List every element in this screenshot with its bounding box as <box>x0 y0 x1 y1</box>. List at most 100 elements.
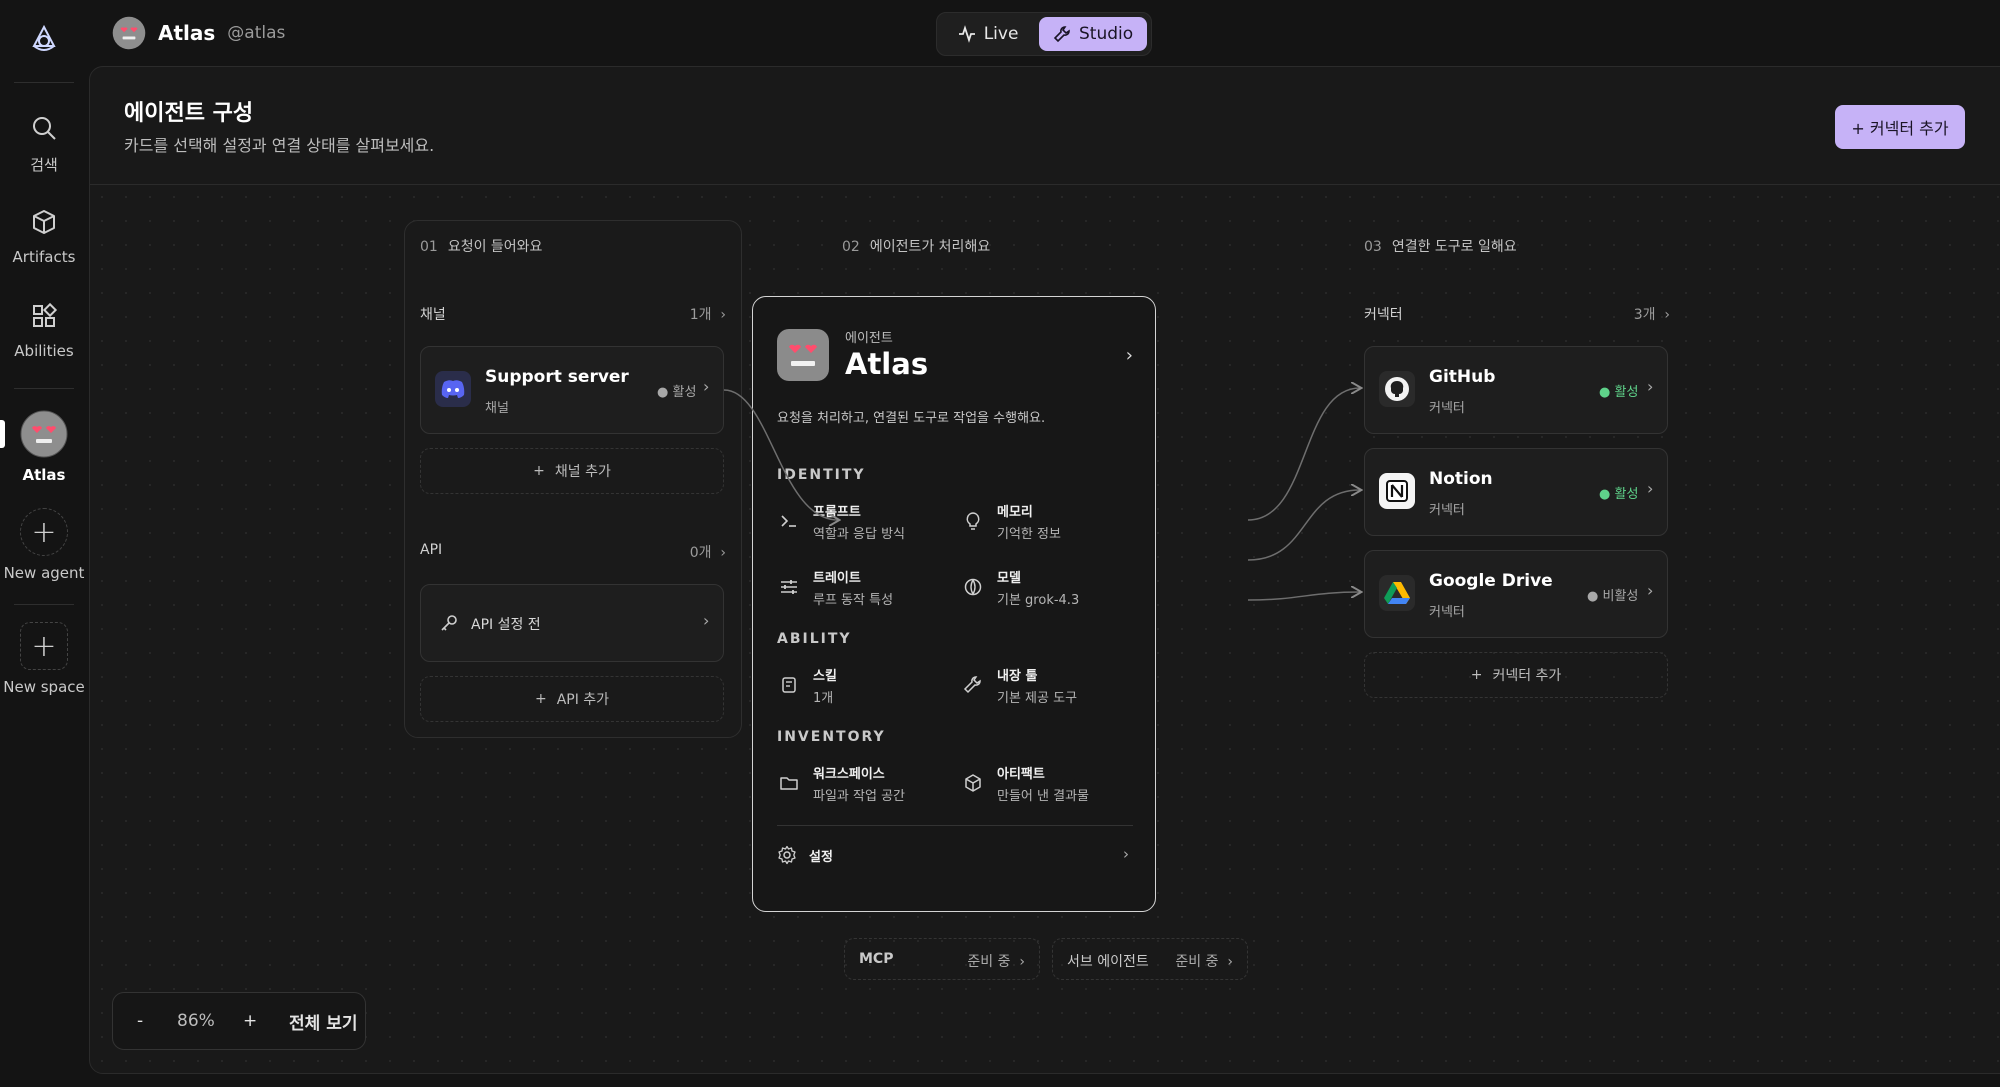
google-drive-icon <box>1379 575 1415 611</box>
channels-count: 1개 › <box>689 307 726 323</box>
agent-avatar <box>20 410 68 458</box>
wrench-icon <box>1053 26 1070 43</box>
connector-title: GitHub <box>1429 367 1496 387</box>
builtin-tools-cell[interactable]: 내장 툴 기본 제공 도구 <box>961 665 1141 709</box>
channel-card-support-server[interactable]: Support server 채널 ● 활성 › <box>420 346 724 434</box>
chevron-right-icon: › <box>703 611 710 630</box>
zoom-controls: - 86% + 전체 보기 <box>112 992 366 1050</box>
traits-cell[interactable]: 트레이트 루프 동작 특성 <box>777 567 957 611</box>
connector-title: Notion <box>1429 469 1493 489</box>
rail-new-agent-label: New agent <box>3 564 85 582</box>
plus-icon: + <box>533 463 545 479</box>
zoom-level: 86% <box>177 1011 215 1031</box>
rail-divider <box>14 388 74 389</box>
channels-header[interactable]: 채널 1개 › <box>420 304 726 324</box>
api-header[interactable]: API 0개 › <box>420 542 726 562</box>
sliders-icon <box>777 575 801 599</box>
step-3-label: 03 연결한 도구로 일해요 <box>1364 239 1517 255</box>
logo-icon <box>26 22 62 58</box>
fit-view-button[interactable]: 전체 보기 <box>289 1009 357 1034</box>
rail-artifacts[interactable]: Artifacts <box>0 204 88 266</box>
mcp-row[interactable]: MCP 준비 중 › <box>844 938 1040 980</box>
terminal-icon <box>777 509 801 533</box>
model-cell[interactable]: 모델 기본 grok-4.3 <box>961 567 1141 611</box>
rail-artifacts-label: Artifacts <box>12 248 76 266</box>
channel-title: Support server <box>485 367 629 387</box>
sub-agent-row[interactable]: 서브 에이전트 준비 중 › <box>1052 938 1248 980</box>
mcp-label: MCP <box>859 951 894 967</box>
connector-card-google-drive[interactable]: Google Drive 커넥터 ● 비활성 › <box>1364 550 1668 638</box>
rail-search[interactable]: 검색 <box>0 110 88 175</box>
connector-status: ● 비활성 <box>1587 589 1639 604</box>
agent-card[interactable]: 에이전트 Atlas › 요청을 처리하고, 연결된 도구로 작업을 수행해요.… <box>752 296 1156 912</box>
identity-section-label: IDENTITY <box>777 467 866 483</box>
agent-handle: @atlas <box>227 23 286 43</box>
add-connector-inline-button[interactable]: + 커넥터 추가 <box>1364 652 1668 698</box>
plus-icon: + <box>1470 667 1483 683</box>
github-icon <box>1379 371 1415 407</box>
memory-cell[interactable]: 메모리 기억한 정보 <box>961 501 1141 545</box>
studio-tab[interactable]: Studio <box>1039 17 1147 51</box>
lightbulb-icon <box>961 509 985 533</box>
top-bar: Atlas @atlas Live Studio <box>88 0 2000 66</box>
zoom-in-button[interactable]: + <box>243 1011 257 1031</box>
panel-header: 에이전트 구성 카드를 선택해 설정과 연결 상태를 살펴보세요. + 커넥터 … <box>90 67 2000 185</box>
agent-kicker: 에이전트 <box>845 331 893 346</box>
cube-icon <box>961 771 985 795</box>
workspace-cell[interactable]: 워크스페이스 파일과 작업 공간 <box>777 763 957 807</box>
channel-status: ● 활성 <box>657 385 697 400</box>
studio-label: Studio <box>1078 24 1134 44</box>
channel-type: 채널 <box>485 401 509 416</box>
chevron-right-icon: › <box>1647 581 1654 600</box>
connector-type: 커넥터 <box>1429 401 1465 416</box>
connector-status: ● 활성 <box>1599 487 1639 502</box>
agent-avatar-icon <box>112 16 146 50</box>
chevron-right-icon: › <box>1123 845 1129 863</box>
zoom-out-button[interactable]: - <box>137 1011 143 1031</box>
agent-name: Atlas <box>158 21 216 45</box>
skill-cell[interactable]: 스킬 1개 <box>777 665 957 709</box>
api-count: 0개 › <box>689 545 726 561</box>
add-api-button[interactable]: + API 추가 <box>420 676 724 722</box>
artifact-cell[interactable]: 아티팩트 만들어 낸 결과물 <box>961 763 1141 807</box>
agent-identity[interactable]: Atlas @atlas <box>112 16 285 50</box>
chevron-right-icon: › <box>703 377 710 396</box>
connectors-header[interactable]: 커넥터 3개 › <box>1364 304 1670 324</box>
page-title: 에이전트 구성 <box>124 101 254 126</box>
add-connector-button[interactable]: + 커넥터 추가 <box>1835 105 1965 149</box>
rail-abilities[interactable]: Abilities <box>0 298 88 360</box>
plus-icon: + <box>20 508 68 556</box>
app-logo[interactable] <box>0 22 88 66</box>
notion-icon <box>1379 473 1415 509</box>
agent-description: 요청을 처리하고, 연결된 도구로 작업을 수행해요. <box>777 411 1046 426</box>
prompt-cell[interactable]: 프롬프트 역할과 응답 방식 <box>777 501 957 545</box>
rail-abilities-label: Abilities <box>14 342 74 360</box>
rail-agent-atlas[interactable]: Atlas <box>0 410 88 484</box>
api-label: API <box>420 542 443 558</box>
rail-new-space[interactable]: + New space <box>0 622 88 696</box>
search-icon <box>26 110 62 146</box>
gear-icon <box>777 845 797 869</box>
rail-new-agent[interactable]: + New agent <box>0 508 88 582</box>
connector-type: 커넥터 <box>1429 605 1465 620</box>
settings-label: 설정 <box>809 850 833 865</box>
step-2-label: 02 에이전트가 처리해요 <box>842 239 991 255</box>
step-1-label: 01 요청이 들어와요 <box>420 239 543 255</box>
agent-card-name: Atlas <box>845 347 929 381</box>
ability-section-label: ABILITY <box>777 631 852 647</box>
connector-card-notion[interactable]: Notion 커넥터 ● 활성 › <box>1364 448 1668 536</box>
sub-agent-status: 준비 중 › <box>1175 954 1233 970</box>
api-setup-card[interactable]: API 설정 전 › <box>420 584 724 662</box>
plus-icon: + <box>534 691 547 707</box>
model-icon <box>961 575 985 599</box>
page-subtitle: 카드를 선택해 설정과 연결 상태를 살펴보세요. <box>124 136 435 155</box>
connector-card-github[interactable]: GitHub 커넥터 ● 활성 › <box>1364 346 1668 434</box>
settings-row[interactable]: 설정 › <box>777 841 1133 871</box>
rail-divider <box>14 604 74 605</box>
live-tab[interactable]: Live <box>941 17 1035 51</box>
api-setup-label: API 설정 전 <box>471 617 541 633</box>
add-channel-button[interactable]: + 채널 추가 <box>420 448 724 494</box>
chevron-right-icon[interactable]: › <box>1126 345 1133 366</box>
grid-icon <box>26 298 62 334</box>
card-divider <box>777 825 1133 826</box>
